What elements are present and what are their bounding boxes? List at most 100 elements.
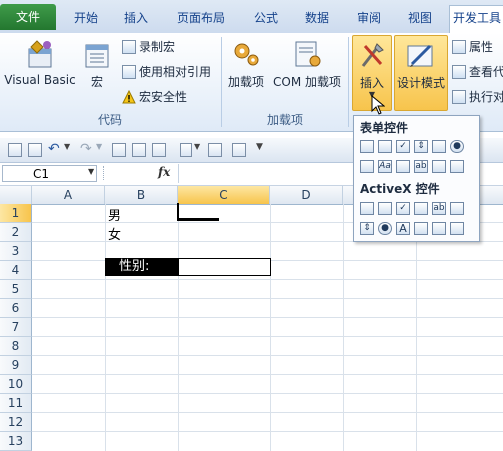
name-box-value: C1 bbox=[33, 167, 50, 181]
new-document-icon[interactable] bbox=[132, 143, 146, 157]
row-header[interactable]: 7 bbox=[0, 318, 32, 337]
gender-combobox[interactable] bbox=[178, 258, 271, 276]
form-textfield-icon[interactable]: ab bbox=[414, 160, 428, 173]
tab-page-layout[interactable]: 页面布局 bbox=[168, 6, 234, 30]
gender-label[interactable]: 性别: bbox=[105, 258, 178, 276]
macros-button[interactable]: 宏 bbox=[80, 39, 114, 90]
tab-review[interactable]: 审阅 bbox=[345, 6, 393, 30]
open-folder-icon[interactable] bbox=[152, 143, 166, 157]
form-icon[interactable] bbox=[208, 143, 222, 157]
form-combo-dropdown-icon[interactable] bbox=[450, 160, 464, 173]
activex-option-button-icon[interactable]: ● bbox=[378, 222, 392, 235]
tab-formulas[interactable]: 公式 bbox=[242, 6, 290, 30]
row-header[interactable]: 2 bbox=[0, 223, 32, 242]
tab-home[interactable]: 开始 bbox=[62, 6, 110, 30]
activex-checkbox-icon[interactable]: ✓ bbox=[396, 202, 410, 215]
visual-basic-icon bbox=[23, 39, 57, 69]
gridline bbox=[32, 393, 503, 394]
name-box[interactable]: C1 bbox=[2, 165, 97, 182]
view-code-icon bbox=[452, 65, 466, 79]
tab-insert[interactable]: 插入 bbox=[112, 6, 160, 30]
com-addins-label: COM 加载项 bbox=[273, 75, 341, 89]
column-header-d[interactable]: D bbox=[270, 186, 343, 204]
properties-label: 属性 bbox=[469, 40, 494, 54]
row-header[interactable]: 9 bbox=[0, 356, 32, 375]
properties-button[interactable]: 属性 bbox=[452, 37, 493, 57]
form-groupbox-icon[interactable] bbox=[360, 160, 374, 173]
redo-dropdown-icon[interactable]: ▼ bbox=[96, 142, 102, 151]
save-icon[interactable] bbox=[28, 143, 42, 157]
form-button-icon[interactable] bbox=[360, 140, 374, 153]
tab-file[interactable]: 文件 bbox=[0, 4, 56, 30]
selected-cell-c1[interactable] bbox=[177, 203, 219, 221]
activex-image-icon[interactable] bbox=[414, 222, 428, 235]
activex-toggle-icon[interactable] bbox=[432, 222, 446, 235]
addins-button[interactable]: 加载项 bbox=[224, 39, 268, 90]
com-addins-button[interactable]: COM 加载项 bbox=[270, 39, 344, 90]
design-mode-button[interactable]: 设计模式 bbox=[394, 35, 448, 111]
checkbox-icon[interactable] bbox=[180, 143, 192, 157]
cell-b2[interactable]: 女 bbox=[108, 224, 121, 243]
run-dialog-button[interactable]: 执行对 bbox=[452, 87, 503, 107]
macro-security-button[interactable]: 宏安全性 bbox=[122, 87, 187, 107]
checkbox-dropdown-icon[interactable]: ▼ bbox=[194, 142, 200, 151]
relative-reference-label: 使用相对引用 bbox=[139, 65, 212, 79]
zoom-preview-icon[interactable] bbox=[112, 143, 126, 157]
record-macro-button[interactable]: 录制宏 bbox=[122, 37, 175, 57]
form-checkbox-icon[interactable]: ✓ bbox=[396, 140, 410, 153]
form-label-icon[interactable]: Aa bbox=[378, 160, 392, 173]
gridline bbox=[32, 355, 503, 356]
record-macro-icon bbox=[122, 40, 136, 54]
visual-basic-button[interactable]: Visual Basic bbox=[4, 39, 76, 87]
tab-data[interactable]: 数据 bbox=[293, 6, 341, 30]
form-combo-list-icon[interactable] bbox=[432, 160, 446, 173]
tab-view[interactable]: 视图 bbox=[396, 6, 444, 30]
row-header[interactable]: 6 bbox=[0, 299, 32, 318]
form-spinner-icon[interactable]: ⇕ bbox=[414, 140, 428, 153]
relative-reference-button[interactable]: 使用相对引用 bbox=[122, 62, 211, 82]
row-header[interactable]: 8 bbox=[0, 337, 32, 356]
activex-textbox-icon[interactable]: ab bbox=[432, 202, 446, 215]
activex-spinner-icon[interactable]: ⇕ bbox=[360, 222, 374, 235]
name-box-dropdown-icon[interactable]: ▼ bbox=[88, 167, 94, 176]
form-controls-heading: 表单控件 bbox=[360, 121, 409, 135]
undo-icon[interactable]: ↶ bbox=[48, 141, 60, 157]
gridline bbox=[32, 279, 503, 280]
row-header[interactable]: 10 bbox=[0, 375, 32, 394]
printer-icon[interactable] bbox=[232, 143, 246, 157]
gridline bbox=[32, 317, 503, 318]
customize-toolbar-icon[interactable]: ▼ bbox=[256, 142, 263, 152]
activex-combobox-icon[interactable] bbox=[378, 202, 392, 215]
column-header-c[interactable]: C bbox=[178, 186, 270, 204]
redo-icon[interactable]: ↷ bbox=[80, 141, 92, 157]
row-header[interactable]: 1 bbox=[0, 204, 32, 223]
form-listbox-icon[interactable] bbox=[432, 140, 446, 153]
print-preview-icon[interactable] bbox=[8, 143, 22, 157]
view-code-button[interactable]: 查看代 bbox=[452, 62, 503, 82]
more-controls-icon[interactable] bbox=[450, 222, 464, 235]
form-option-button-icon[interactable]: ● bbox=[450, 140, 464, 153]
column-header-b[interactable]: B bbox=[105, 186, 178, 204]
undo-dropdown-icon[interactable]: ▼ bbox=[64, 142, 70, 151]
activex-listbox-icon[interactable] bbox=[414, 202, 428, 215]
run-dialog-icon bbox=[452, 90, 466, 104]
gear-icon bbox=[229, 39, 263, 69]
select-all-corner[interactable] bbox=[0, 186, 32, 204]
activex-controls-heading: ActiveX 控件 bbox=[360, 182, 440, 196]
row-header[interactable]: 4 bbox=[0, 261, 32, 280]
activex-label-icon[interactable]: A bbox=[396, 222, 410, 235]
row-header[interactable]: 13 bbox=[0, 432, 32, 451]
activex-scrollbar-icon[interactable] bbox=[450, 202, 464, 215]
row-header[interactable]: 3 bbox=[0, 242, 32, 261]
activex-button-icon[interactable] bbox=[360, 202, 374, 215]
form-scrollbar-icon[interactable] bbox=[396, 160, 410, 173]
cell-b1[interactable]: 男 bbox=[108, 205, 121, 224]
form-combobox-icon[interactable] bbox=[378, 140, 392, 153]
tab-developer[interactable]: 开发工具 bbox=[449, 5, 503, 33]
row-header[interactable]: 12 bbox=[0, 413, 32, 432]
gridline bbox=[32, 336, 503, 337]
column-header-a[interactable]: A bbox=[32, 186, 105, 204]
row-header[interactable]: 5 bbox=[0, 280, 32, 299]
insert-function-icon[interactable]: fx bbox=[158, 165, 170, 179]
row-header[interactable]: 11 bbox=[0, 394, 32, 413]
